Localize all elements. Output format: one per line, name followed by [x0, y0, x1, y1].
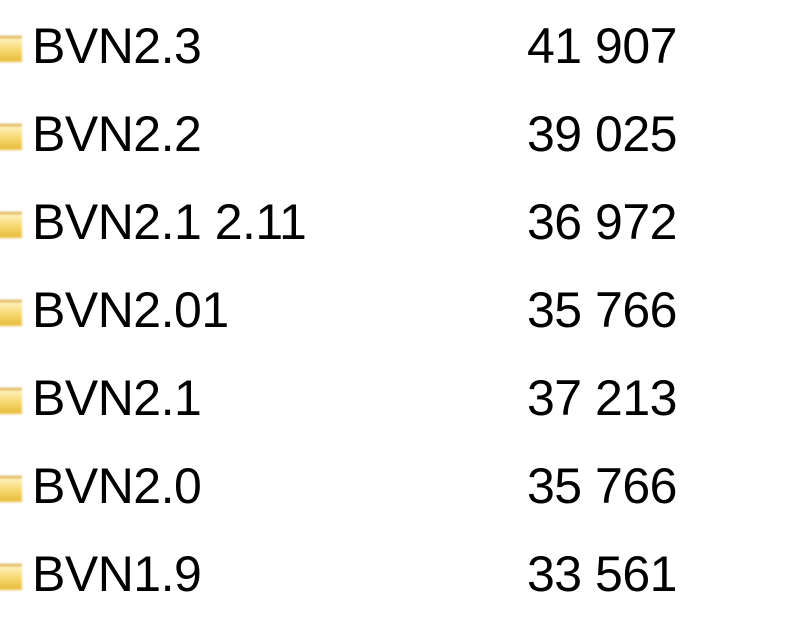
folder-icon: [0, 18, 26, 74]
file-row[interactable]: BVN2.1 2.11 36 972: [0, 178, 806, 266]
file-size: 39 025: [527, 105, 677, 163]
folder-icon: [0, 282, 26, 338]
file-size: 33 561: [527, 545, 677, 603]
file-row[interactable]: BVN2.0 35 766: [0, 442, 806, 530]
file-size: 35 766: [527, 457, 677, 515]
file-name: BVN2.2: [32, 105, 527, 163]
folder-icon: [0, 458, 26, 514]
file-name: BVN2.3: [32, 17, 527, 75]
file-size: 36 972: [527, 193, 677, 251]
file-row[interactable]: BVN1.9 33 561: [0, 530, 806, 618]
file-name: BVN2.01: [32, 281, 527, 339]
folder-icon: [0, 106, 26, 162]
file-name: BVN2.0: [32, 457, 527, 515]
file-size: 35 766: [527, 281, 677, 339]
file-list: BVN2.3 41 907 BVN2.2 39 025 BVN2.1 2.11 …: [0, 0, 806, 618]
file-row[interactable]: BVN2.3 41 907: [0, 2, 806, 90]
file-row[interactable]: BVN2.01 35 766: [0, 266, 806, 354]
file-name: BVN2.1 2.11: [32, 193, 527, 251]
folder-icon: [0, 546, 26, 602]
file-size: 41 907: [527, 17, 677, 75]
folder-icon: [0, 194, 26, 250]
file-size: 37 213: [527, 369, 677, 427]
file-row[interactable]: BVN2.2 39 025: [0, 90, 806, 178]
file-name: BVN1.9: [32, 545, 527, 603]
folder-icon: [0, 370, 26, 426]
file-name: BVN2.1: [32, 369, 527, 427]
file-row[interactable]: BVN2.1 37 213: [0, 354, 806, 442]
